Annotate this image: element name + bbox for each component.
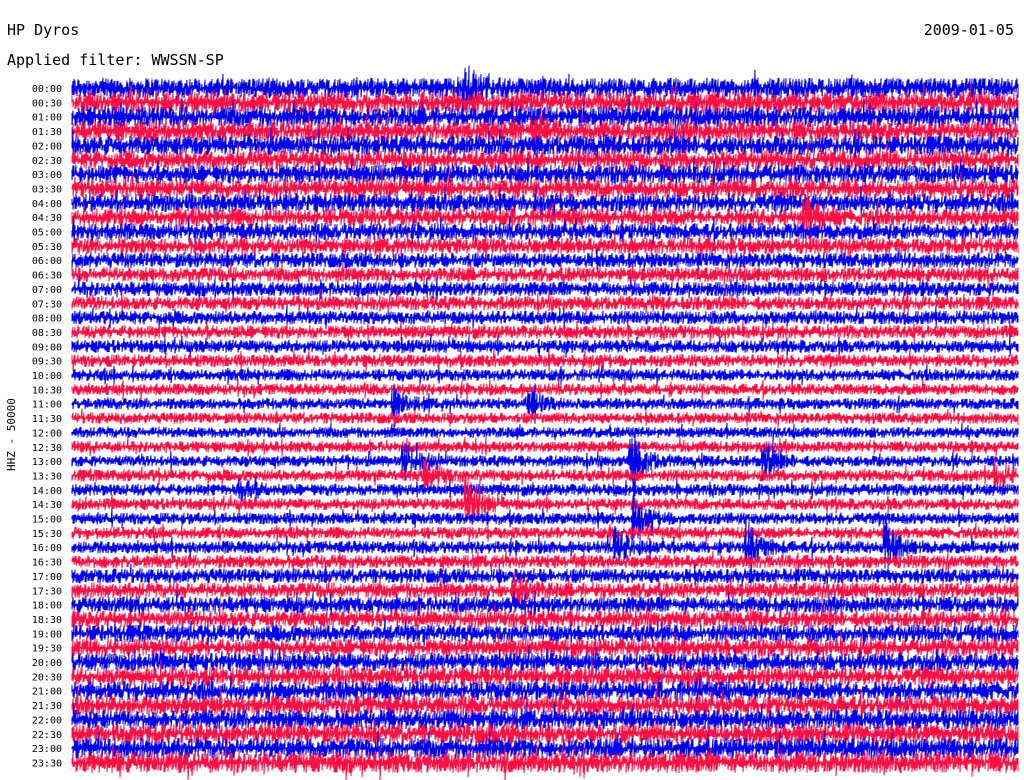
row-time-label: 15:00 (32, 515, 62, 526)
row-time-label: 12:30 (32, 443, 62, 454)
row-time-label: 22:00 (32, 715, 62, 726)
row-time-label: 08:00 (32, 314, 62, 325)
row-time-label: 20:00 (32, 658, 62, 669)
row-label-group: 00:00 00:30 01:00 01:30 02:00 02:30 03:00 03:30… (32, 84, 62, 769)
row-time-label: 21:00 (32, 687, 62, 698)
row-time-label: 15:30 (32, 529, 62, 540)
trace-line (71, 408, 1019, 428)
row-time-label: 23:30 (32, 758, 62, 769)
row-time-label: 14:00 (32, 486, 62, 497)
trace-line (71, 522, 1019, 544)
row-time-label: 18:00 (32, 601, 62, 612)
row-time-label: 00:00 (32, 84, 62, 95)
trace-line (71, 549, 1019, 574)
row-time-label: 04:30 (32, 213, 62, 224)
row-time-label: 16:00 (32, 543, 62, 554)
trace-line (71, 364, 1019, 386)
row-time-label: 20:30 (32, 672, 62, 683)
trace-line (71, 319, 1019, 344)
row-time-label: 13:30 (32, 471, 62, 482)
row-time-label: 22:30 (32, 730, 62, 741)
row-time-label: 16:30 (32, 558, 62, 569)
row-time-label: 02:00 (32, 141, 62, 152)
row-time-label: 07:00 (32, 285, 62, 296)
row-time-label: 14:30 (32, 500, 62, 511)
row-time-label: 21:30 (32, 701, 62, 712)
trace-line (71, 378, 1019, 401)
row-time-label: 07:30 (32, 299, 62, 310)
trace-line (71, 422, 1019, 442)
row-time-label: 11:30 (32, 414, 62, 425)
row-time-label: 13:00 (32, 457, 62, 468)
trace-group (71, 65, 1019, 780)
row-time-label: 02:30 (32, 156, 62, 167)
row-time-label: 01:00 (32, 113, 62, 124)
row-time-label: 09:30 (32, 357, 62, 368)
row-time-label: 09:00 (32, 342, 62, 353)
row-time-label: 23:00 (32, 744, 62, 755)
row-time-label: 04:00 (32, 199, 62, 210)
row-time-label: 10:30 (32, 385, 62, 396)
row-time-label: 10:00 (32, 371, 62, 382)
row-time-label: 03:00 (32, 170, 62, 181)
row-time-label: 05:00 (32, 228, 62, 239)
trace-line (71, 349, 1019, 373)
row-time-label: 08:30 (32, 328, 62, 339)
row-time-label: 05:30 (32, 242, 62, 253)
row-time-label: 01:30 (32, 127, 62, 138)
row-time-label: 06:30 (32, 271, 62, 282)
row-time-label: 06:00 (32, 256, 62, 267)
helicorder-plot: 00:00 00:30 01:00 01:30 02:00 02:30 03:00 03:30… (32, 65, 1019, 780)
trace-line (71, 334, 1019, 358)
row-time-label: 19:00 (32, 629, 62, 640)
row-time-label: 00:30 (32, 98, 62, 109)
row-time-label: 11:00 (32, 400, 62, 411)
row-time-label: 12:00 (32, 428, 62, 439)
trace-line (71, 436, 1019, 457)
row-time-label: 17:30 (32, 586, 62, 597)
row-time-label: 17:00 (32, 572, 62, 583)
row-time-label: 03:30 (32, 184, 62, 195)
row-time-label: 18:30 (32, 615, 62, 626)
row-time-label: 19:30 (32, 644, 62, 655)
